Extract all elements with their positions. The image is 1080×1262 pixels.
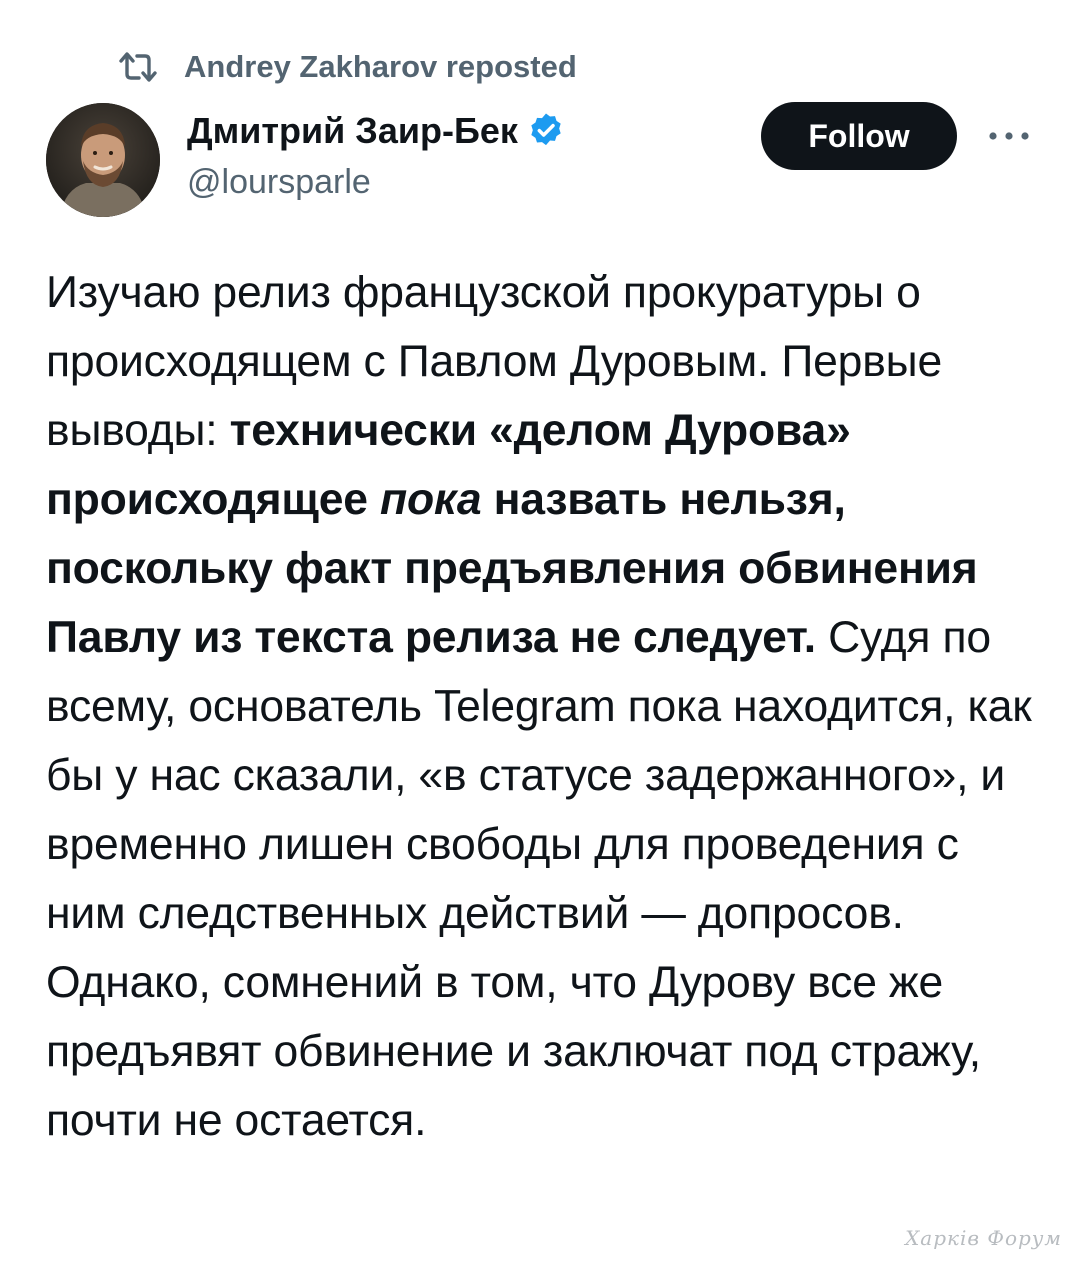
more-options-button[interactable] <box>985 118 1033 154</box>
repost-indicator[interactable]: Andrey Zakharov reposted <box>118 44 577 90</box>
author-name-row[interactable]: Дмитрий Заир-Бек <box>187 106 566 156</box>
repost-label: Andrey Zakharov reposted <box>184 49 577 84</box>
tweet-text: Изучаю релиз французской прокуратуры о п… <box>46 258 1041 1155</box>
author-display-name[interactable]: Дмитрий Заир-Бек <box>187 110 518 152</box>
avatar[interactable] <box>46 103 160 217</box>
repost-icon <box>118 50 158 84</box>
author-handle[interactable]: @loursparle <box>187 163 371 202</box>
more-dots-icon <box>989 132 1029 140</box>
verified-badge-icon <box>526 111 566 151</box>
tweet-segment-bold-italic: пока <box>380 475 482 524</box>
watermark: Харків Форум <box>905 1226 1062 1250</box>
tweet-segment: Судя по всему, основатель Telegram пока … <box>46 613 1032 1145</box>
follow-button[interactable]: Follow <box>761 102 957 170</box>
